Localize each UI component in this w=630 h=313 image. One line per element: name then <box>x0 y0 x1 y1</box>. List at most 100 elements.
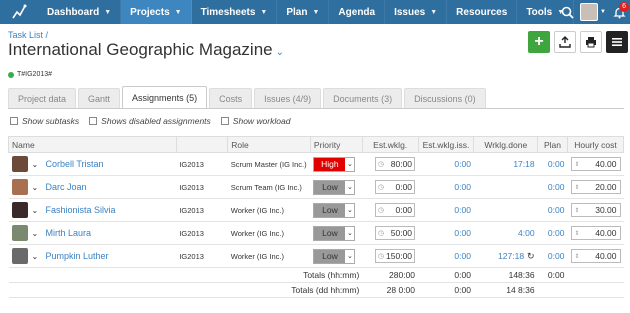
est-wklg-input[interactable]: ◷ 0:00 <box>375 203 416 217</box>
hourly-cost-cell: ⇕ 20.00 <box>567 175 624 199</box>
est-wklg-input[interactable]: ◷ 150:00 <box>375 249 416 263</box>
nav-timesheets[interactable]: Timesheets ▼ <box>192 0 278 24</box>
col-priority[interactable]: Priority <box>309 136 363 153</box>
chevron-down-icon[interactable]: ⌄ <box>32 229 42 238</box>
notification-badge: 6 <box>619 2 629 12</box>
est-wklg-iss-cell[interactable]: 0:00 <box>418 244 474 268</box>
resource-name-link[interactable]: Pumpkin Luther <box>46 251 109 261</box>
est-wklg-iss-cell[interactable]: 0:00 <box>418 152 474 176</box>
print-button[interactable] <box>580 31 602 53</box>
chevron-down-icon: ⌄ <box>345 157 355 171</box>
name-cell: ⌄ Pumpkin Luther <box>8 244 177 268</box>
add-button[interactable]: + <box>528 31 550 53</box>
tab-issues[interactable]: Issues (4/9) <box>254 88 322 108</box>
priority-value: Low <box>314 249 346 263</box>
nav-issues-label: Issues <box>394 6 426 18</box>
est-wklg-input[interactable]: ◷ 80:00 <box>375 157 416 171</box>
priority-cell: Low ⌄ <box>310 198 363 222</box>
nav-resources[interactable]: Resources <box>447 0 518 24</box>
wrklg-done-cell[interactable]: 4:00 <box>473 221 538 245</box>
nav-projects[interactable]: Projects ▼ <box>121 0 192 24</box>
app-logo-icon[interactable] <box>0 0 38 24</box>
wrklg-done-cell[interactable] <box>473 175 538 199</box>
priority-select[interactable]: Low ⌄ <box>313 248 356 264</box>
priority-select[interactable]: Low ⌄ <box>313 202 356 218</box>
project-code-cell: IG2013 <box>176 152 228 176</box>
wrklg-done-cell[interactable]: 17:18 <box>473 152 538 176</box>
col-est-wklg[interactable]: Est.wklg. <box>361 136 419 153</box>
nav-dashboard[interactable]: Dashboard ▼ <box>38 0 122 24</box>
wrklg-done-cell[interactable]: 127:18 ↻ <box>473 244 538 268</box>
avatar <box>11 156 28 172</box>
nav-plan[interactable]: Plan ▼ <box>277 0 330 24</box>
col-plan[interactable]: Plan <box>537 136 568 153</box>
show-workload-checkbox[interactable] <box>220 117 229 125</box>
nav-projects-label: Projects <box>130 6 170 18</box>
chevron-down-icon: ⌄ <box>275 47 285 58</box>
tab-bar: Project data Gantt Assignments (5) Costs… <box>8 86 486 108</box>
menu-button[interactable] <box>606 31 628 53</box>
est-wklg-input[interactable]: ◷ 50:00 <box>375 226 416 240</box>
chevron-down-icon[interactable]: ⌄ <box>32 252 42 261</box>
plan-cell[interactable]: 0:00 <box>537 221 568 245</box>
priority-select[interactable]: Low ⌄ <box>313 225 356 241</box>
search-icon[interactable] <box>556 0 578 24</box>
plan-cell[interactable]: 0:00 <box>537 152 568 176</box>
chevron-down-icon: ⌄ <box>345 226 355 240</box>
chevron-down-icon[interactable]: ⌄ <box>32 183 42 192</box>
resource-name-link[interactable]: Corbell Tristan <box>46 159 104 169</box>
plan-cell[interactable]: 0:00 <box>537 175 568 199</box>
col-name[interactable]: Name <box>8 136 177 153</box>
plan-cell[interactable]: 0:00 <box>537 244 568 268</box>
tab-project-data[interactable]: Project data <box>8 88 77 108</box>
priority-cell: Low ⌄ <box>310 221 363 245</box>
priority-select[interactable]: High ⌄ <box>313 156 356 172</box>
resource-name-link[interactable]: Fashionista Silvia <box>46 205 116 215</box>
hourly-cost-input[interactable]: ⇕ 40.00 <box>570 157 621 171</box>
breadcrumb[interactable]: Task List / <box>8 30 48 40</box>
wrklg-done-cell[interactable] <box>473 198 538 222</box>
table-row: ⌄ Corbell Tristan IG2013 Scrum Master (IG I… <box>8 152 624 176</box>
refresh-icon[interactable]: ↻ <box>527 251 535 261</box>
show-workload-option[interactable]: Show workload <box>220 116 290 126</box>
est-wklg-input[interactable]: ◷ 0:00 <box>375 180 416 194</box>
nav-issues[interactable]: Issues ▼ <box>385 0 448 24</box>
show-subtasks-checkbox[interactable] <box>10 117 18 125</box>
assignments-table: Name Role Priority Est.wklg. Est.wklg.is… <box>8 136 625 298</box>
col-wrklg-done[interactable]: Wrklg.done <box>473 136 539 153</box>
hourly-cost-input[interactable]: ⇕ 40.00 <box>570 249 621 263</box>
tab-assignments[interactable]: Assignments (5) <box>122 86 208 108</box>
est-wklg-iss-cell[interactable]: 0:00 <box>418 198 474 222</box>
col-role[interactable]: Role <box>227 136 311 153</box>
show-disabled-checkbox[interactable] <box>89 117 98 125</box>
col-hourly-cost[interactable]: Hourly cost <box>566 136 625 153</box>
tab-gantt[interactable]: Gantt <box>78 88 121 108</box>
priority-value: High <box>314 157 346 171</box>
tab-documents[interactable]: Documents (3) <box>323 88 403 108</box>
est-wklg-iss-cell[interactable]: 0:00 <box>418 175 474 199</box>
priority-select[interactable]: Low ⌄ <box>313 179 356 195</box>
show-disabled-option[interactable]: Shows disabled assignments <box>89 116 211 126</box>
chevron-down-icon[interactable]: ⌄ <box>32 206 42 215</box>
hourly-cost-input[interactable]: ⇕ 30.00 <box>570 203 621 217</box>
table-row: ⌄ Fashionista Silvia IG2013 Worker (IG Inc.… <box>8 198 624 222</box>
plan-cell[interactable]: 0:00 <box>537 198 568 222</box>
chevron-down-icon: ▼ <box>174 8 182 16</box>
nav-agenda[interactable]: Agenda <box>329 0 386 24</box>
user-avatar[interactable]: ▼ <box>578 0 608 24</box>
hourly-cost-input[interactable]: ⇕ 40.00 <box>570 226 621 240</box>
bell-icon[interactable]: 6 <box>608 0 630 24</box>
chevron-down-icon[interactable]: ⌄ <box>32 160 42 169</box>
est-wklg-iss-cell[interactable]: 0:00 <box>418 221 474 245</box>
tab-discussions[interactable]: Discussions (0) <box>404 88 486 108</box>
page-title[interactable]: International Geographic Magazine ⌄ <box>8 40 284 60</box>
totals-empty <box>567 282 624 298</box>
resource-name-link[interactable]: Mirth Laura <box>46 228 92 238</box>
export-button[interactable] <box>554 31 576 53</box>
hourly-cost-input[interactable]: ⇕ 20.00 <box>570 180 621 194</box>
totals-hhmm-done: 148:36 <box>473 267 538 283</box>
tab-costs[interactable]: Costs <box>209 88 253 108</box>
col-est-wklg-iss[interactable]: Est.wklg.iss. <box>417 136 475 153</box>
resource-name-link[interactable]: Darc Joan <box>46 182 87 192</box>
show-subtasks-option[interactable]: Show subtasks <box>10 116 79 126</box>
